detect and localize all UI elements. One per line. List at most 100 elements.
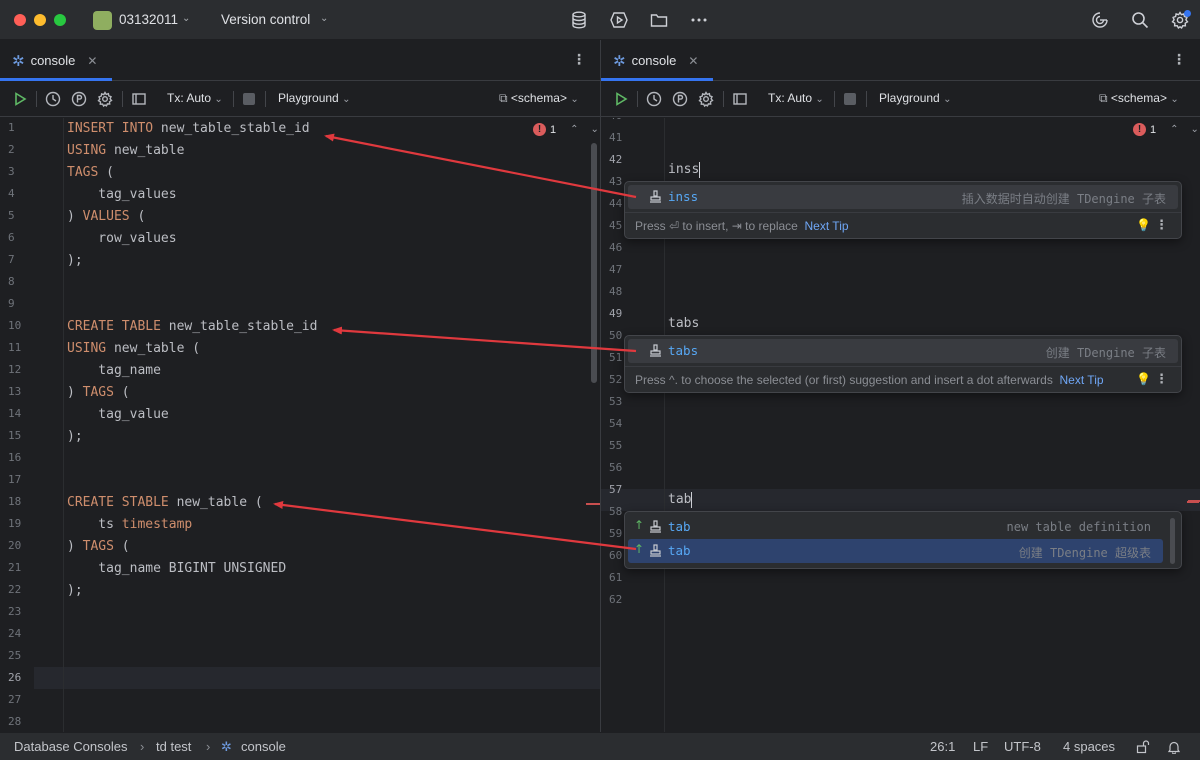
left-console-toolbar: Tx: Auto ⌄ Playground ⌄ ⧉ <schema> ⌄ xyxy=(0,81,600,117)
tab-console-right[interactable]: ✲ console ✕ xyxy=(613,40,698,81)
chevron-down-icon[interactable]: ⌄ xyxy=(1191,124,1199,135)
next-tip-link[interactable]: Next Tip xyxy=(1060,373,1104,387)
tab-console-left[interactable]: ✲ console ✕ xyxy=(12,40,97,81)
stop-icon[interactable] xyxy=(844,93,856,105)
completion-item[interactable]: tabs 创建 TDengine 子表 xyxy=(628,339,1178,363)
chevron-down-icon[interactable]: ⌄ xyxy=(591,124,599,135)
line-number: 6 xyxy=(8,231,15,244)
next-tip-link[interactable]: Next Tip xyxy=(805,219,849,233)
more-icon[interactable]: ⋮ xyxy=(1155,371,1168,387)
line-number: 48 xyxy=(609,285,623,298)
database-icon[interactable] xyxy=(569,10,589,30)
line-number: 15 xyxy=(8,429,22,442)
chevron-down-icon[interactable]: ⌄ xyxy=(320,13,328,24)
more-icon[interactable]: ⋮ xyxy=(1155,217,1168,233)
schema-label: <schema> xyxy=(1110,91,1167,105)
playground-dropdown[interactable]: Playground ⌄ xyxy=(278,91,350,105)
project-icon[interactable] xyxy=(93,11,112,30)
close-tab-icon[interactable]: ✕ xyxy=(688,54,698,68)
layout-icon[interactable] xyxy=(130,90,148,108)
typed-text-tabs: tabs xyxy=(668,313,699,335)
code-line: tag_values xyxy=(67,184,176,206)
history-icon[interactable] xyxy=(44,90,62,108)
breadcrumb-td-test[interactable]: td test xyxy=(156,739,191,754)
completion-item[interactable]: inss 插入数据时自动创建 TDengine 子表 xyxy=(628,185,1178,209)
line-number: 17 xyxy=(8,473,22,486)
completion-description: new table definition xyxy=(1006,520,1152,534)
line-number: 28 xyxy=(8,715,22,728)
chevron-down-icon[interactable]: ⌄ xyxy=(182,13,190,24)
chevron-up-icon[interactable]: ⌃ xyxy=(1170,124,1178,135)
caret-position[interactable]: 26:1 xyxy=(930,739,955,754)
right-code-editor[interactable]: 4041424344454647484950515253545556575859… xyxy=(601,118,1200,732)
completion-popup-tab: ↑ tab new table definition ↑ tab 创建 TDen… xyxy=(624,511,1182,569)
close-tab-icon[interactable]: ✕ xyxy=(87,54,97,68)
project-name[interactable]: 03132011 xyxy=(119,12,178,27)
schema-dropdown[interactable]: ⧉ <schema> ⌄ xyxy=(499,91,579,106)
chevron-up-icon[interactable]: ⌃ xyxy=(570,124,578,135)
run-configuration-icon[interactable] xyxy=(609,10,629,30)
stop-icon[interactable] xyxy=(243,93,255,105)
transaction-mode-dropdown[interactable]: Tx: Auto ⌄ xyxy=(768,91,824,105)
problems-indicator[interactable]: ! 1 ⌃ ⌄ xyxy=(533,123,599,136)
schema-label: <schema> xyxy=(510,91,567,105)
line-separator[interactable]: LF xyxy=(973,739,988,754)
popup-scrollbar[interactable] xyxy=(1170,518,1175,564)
settings-gear-icon[interactable] xyxy=(697,90,715,108)
maximize-window-button[interactable] xyxy=(54,14,66,26)
code-text: tag_value xyxy=(67,407,169,422)
tx-label: Tx: Auto xyxy=(768,91,813,105)
pin-p-icon[interactable] xyxy=(70,90,88,108)
schema-dropdown[interactable]: ⧉ <schema> ⌄ xyxy=(1099,91,1179,106)
more-icon[interactable]: ⋮ xyxy=(572,52,586,66)
typed-tabs: tabs xyxy=(668,316,700,331)
playground-dropdown[interactable]: Playground ⌄ xyxy=(879,91,951,105)
ai-assistant-icon[interactable] xyxy=(1090,10,1110,30)
breadcrumb-database-consoles[interactable]: Database Consoles xyxy=(14,739,127,754)
pin-p-icon[interactable] xyxy=(671,90,689,108)
notifications-bell-icon[interactable] xyxy=(1167,740,1181,755)
error-icon: ! xyxy=(1133,123,1146,136)
indent-setting[interactable]: 4 spaces xyxy=(1063,739,1115,754)
read-only-lock-icon[interactable] xyxy=(1136,740,1150,754)
more-icon[interactable] xyxy=(689,10,709,30)
completion-item[interactable]: ↑ tab new table definition xyxy=(628,515,1163,539)
settings-gear-icon[interactable] xyxy=(96,90,114,108)
close-window-button[interactable] xyxy=(14,14,26,26)
tab-label: console xyxy=(30,53,76,68)
code-line: tag_value xyxy=(67,404,169,426)
code-text: tag_name xyxy=(67,363,161,378)
folder-icon[interactable] xyxy=(649,10,669,30)
completion-item-selected[interactable]: ↑ tab 创建 TDengine 超级表 xyxy=(628,539,1163,563)
completion-name: tabs xyxy=(668,343,699,358)
line-number: 57 xyxy=(609,483,623,496)
layout-icon[interactable] xyxy=(731,90,749,108)
line-number: 10 xyxy=(8,319,22,332)
history-icon[interactable] xyxy=(645,90,663,108)
minimize-window-button[interactable] xyxy=(34,14,46,26)
problems-indicator[interactable]: ! 1 ⌃ ⌄ xyxy=(1133,123,1199,136)
execute-icon[interactable] xyxy=(612,90,630,108)
search-icon[interactable] xyxy=(1130,10,1150,30)
left-code-editor[interactable]: 1 2 3 4 5 6 7 8 9 10 11 12 13 14 15 16 17 18 19 20 21 22 23 24 2… xyxy=(0,118,600,732)
lightbulb-icon[interactable]: 💡 xyxy=(1136,372,1151,386)
settings-gear-icon[interactable] xyxy=(1170,10,1191,30)
hint-text: Press ⏎ to insert, ⇥ to replace xyxy=(635,219,798,233)
file-encoding[interactable]: UTF-8 xyxy=(1004,739,1041,754)
code-line: ) TAGS ( xyxy=(67,382,130,404)
code-text: new_table ( xyxy=(106,341,201,356)
execute-icon[interactable] xyxy=(11,90,29,108)
more-icon[interactable]: ⋮ xyxy=(1172,52,1186,66)
vertical-scrollbar[interactable] xyxy=(591,143,597,383)
breadcrumb-console[interactable]: console xyxy=(241,739,286,754)
code-text: row_values xyxy=(67,231,177,246)
transaction-mode-dropdown[interactable]: Tx: Auto ⌄ xyxy=(167,91,223,105)
version-control-menu[interactable]: Version control xyxy=(221,12,310,27)
live-template-icon xyxy=(648,543,663,558)
problems-count: 1 xyxy=(1150,123,1157,136)
notification-dot xyxy=(1184,10,1191,17)
lightbulb-icon[interactable]: 💡 xyxy=(1136,218,1151,232)
code-text: new_table_stable_id xyxy=(160,319,318,334)
completion-description: 插入数据时自动创建 TDengine 子表 xyxy=(961,192,1166,206)
line-number: 1 xyxy=(8,121,15,134)
